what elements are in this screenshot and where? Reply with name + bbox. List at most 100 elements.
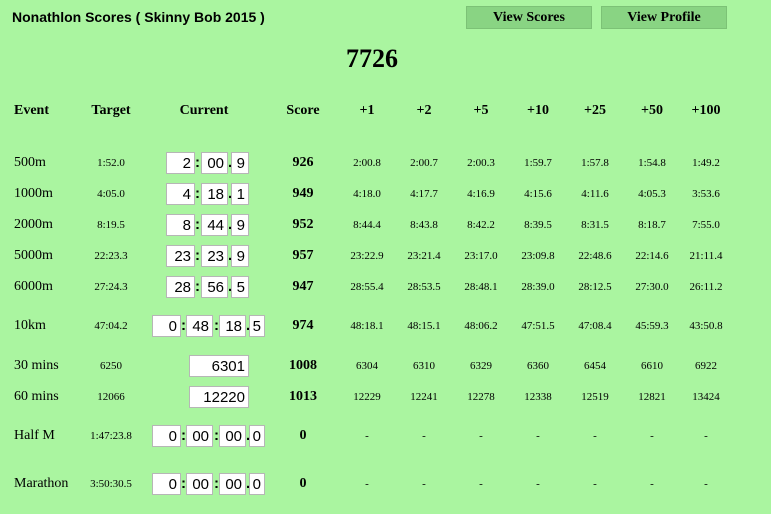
event-name: 60 mins xyxy=(14,389,59,404)
improvement-value: 22:48.6 xyxy=(578,250,612,262)
time-input-field[interactable]: 0 xyxy=(152,315,181,337)
time-input-field[interactable]: 00 xyxy=(219,473,246,495)
target-time: 3:50:30.5 xyxy=(90,478,132,490)
time-input-field[interactable]: 56 xyxy=(201,276,228,298)
target-time: 22:23.3 xyxy=(94,250,128,262)
target-time: 8:19.5 xyxy=(97,219,125,231)
improvement-value: 1:54.8 xyxy=(638,157,666,169)
improvement-value: 6310 xyxy=(413,360,435,372)
time-input-field[interactable]: 1 xyxy=(231,183,249,205)
improvement-value: 6610 xyxy=(641,360,663,372)
target-time: 4:05.0 xyxy=(97,188,125,200)
improvement-value: 28:53.5 xyxy=(407,281,441,293)
improvement-value: 13424 xyxy=(692,391,720,403)
time-input-field[interactable]: 0 xyxy=(152,425,181,447)
improvement-value: 8:43.8 xyxy=(410,219,438,231)
improvement-value: 6922 xyxy=(695,360,717,372)
time-input-field[interactable]: 12220 xyxy=(189,386,249,408)
improvement-value: 8:18.7 xyxy=(638,219,666,231)
improvement-value: 12229 xyxy=(353,391,381,403)
event-score: 1013 xyxy=(289,389,317,404)
view-profile-button[interactable]: View Profile xyxy=(601,6,727,29)
improvement-value: 4:16.9 xyxy=(467,188,495,200)
time-input-field[interactable]: 5 xyxy=(249,315,265,337)
improvement-value: 12519 xyxy=(581,391,609,403)
improvement-value: 28:55.4 xyxy=(350,281,384,293)
improvement-value: 4:11.6 xyxy=(581,188,609,200)
event-score: 974 xyxy=(292,318,314,333)
time-input-field[interactable]: 23 xyxy=(201,245,228,267)
event-score: 949 xyxy=(292,186,314,201)
event-name: 6000m xyxy=(14,279,53,294)
target-time: 27:24.3 xyxy=(94,281,128,293)
time-input-field[interactable]: 18 xyxy=(219,315,246,337)
time-input-field[interactable]: 44 xyxy=(201,214,228,236)
improvement-value: 6329 xyxy=(470,360,492,372)
time-input-field[interactable]: 4 xyxy=(166,183,195,205)
event-name: 500m xyxy=(14,155,46,170)
event-name: Half M xyxy=(14,428,55,443)
improvement-value: - xyxy=(536,430,540,442)
improvement-value: - xyxy=(365,430,369,442)
improvement-value: 12278 xyxy=(467,391,495,403)
colon-separator: : xyxy=(195,154,200,171)
improvement-value: 4:15.6 xyxy=(524,188,552,200)
header-current: Current xyxy=(179,103,229,118)
header-event: Event xyxy=(14,103,49,118)
improvement-value: 43:50.8 xyxy=(689,320,723,332)
time-input-field[interactable]: 2 xyxy=(166,152,195,174)
time-input-field[interactable]: 48 xyxy=(186,315,213,337)
improvement-value: 2:00.8 xyxy=(353,157,381,169)
event-score: 947 xyxy=(292,279,314,294)
improvement-value: - xyxy=(422,430,426,442)
time-input-field[interactable]: 00 xyxy=(219,425,246,447)
improvement-value: 4:18.0 xyxy=(353,188,381,200)
colon-separator: : xyxy=(195,216,200,233)
total-score: 7726 xyxy=(346,44,398,73)
improvement-value: 45:59.3 xyxy=(635,320,669,332)
event-name: Marathon xyxy=(14,476,69,491)
improvement-value: 1:57.8 xyxy=(581,157,609,169)
view-scores-button[interactable]: View Scores xyxy=(466,6,592,29)
improvement-value: 48:15.1 xyxy=(407,320,441,332)
header-increment: +2 xyxy=(416,103,432,118)
colon-separator: : xyxy=(195,247,200,264)
time-input-field[interactable]: 23 xyxy=(166,245,195,267)
event-score: 952 xyxy=(292,217,314,232)
improvement-value: 47:51.5 xyxy=(521,320,555,332)
time-input-field[interactable]: 8 xyxy=(166,214,195,236)
time-input-field[interactable]: 00 xyxy=(186,425,213,447)
time-input-field[interactable]: 0 xyxy=(249,473,265,495)
improvement-value: 7:55.0 xyxy=(692,219,720,231)
time-input-field[interactable]: 18 xyxy=(201,183,228,205)
improvement-value: 3:53.6 xyxy=(692,188,720,200)
target-time: 1:52.0 xyxy=(97,157,125,169)
time-input-field[interactable]: 0 xyxy=(152,473,181,495)
header-increment: +50 xyxy=(641,103,663,118)
improvement-value: - xyxy=(650,478,654,490)
time-input-field[interactable]: 00 xyxy=(186,473,213,495)
time-input-field[interactable]: 5 xyxy=(231,276,249,298)
improvement-value: 22:14.6 xyxy=(635,250,669,262)
improvement-value: 6454 xyxy=(584,360,606,372)
event-name: 10km xyxy=(14,318,46,333)
time-input-field[interactable]: 9 xyxy=(231,214,249,236)
time-input-field[interactable]: 00 xyxy=(201,152,228,174)
time-input-field[interactable]: 9 xyxy=(231,245,249,267)
improvement-value: - xyxy=(704,430,708,442)
improvement-value: - xyxy=(536,478,540,490)
improvement-value: 27:30.0 xyxy=(635,281,669,293)
time-input-field[interactable]: 9 xyxy=(231,152,249,174)
improvement-value: 12338 xyxy=(524,391,552,403)
improvement-value: 28:48.1 xyxy=(464,281,498,293)
target-time: 1:47:23.8 xyxy=(90,430,132,442)
improvement-value: - xyxy=(479,478,483,490)
time-input-field[interactable]: 0 xyxy=(249,425,265,447)
improvement-value: 2:00.3 xyxy=(467,157,495,169)
improvement-value: - xyxy=(365,478,369,490)
time-input-field[interactable]: 6301 xyxy=(189,355,249,377)
improvement-value: 1:59.7 xyxy=(524,157,552,169)
time-input-field[interactable]: 28 xyxy=(166,276,195,298)
improvement-value: - xyxy=(650,430,654,442)
improvement-value: 26:11.2 xyxy=(689,281,723,293)
